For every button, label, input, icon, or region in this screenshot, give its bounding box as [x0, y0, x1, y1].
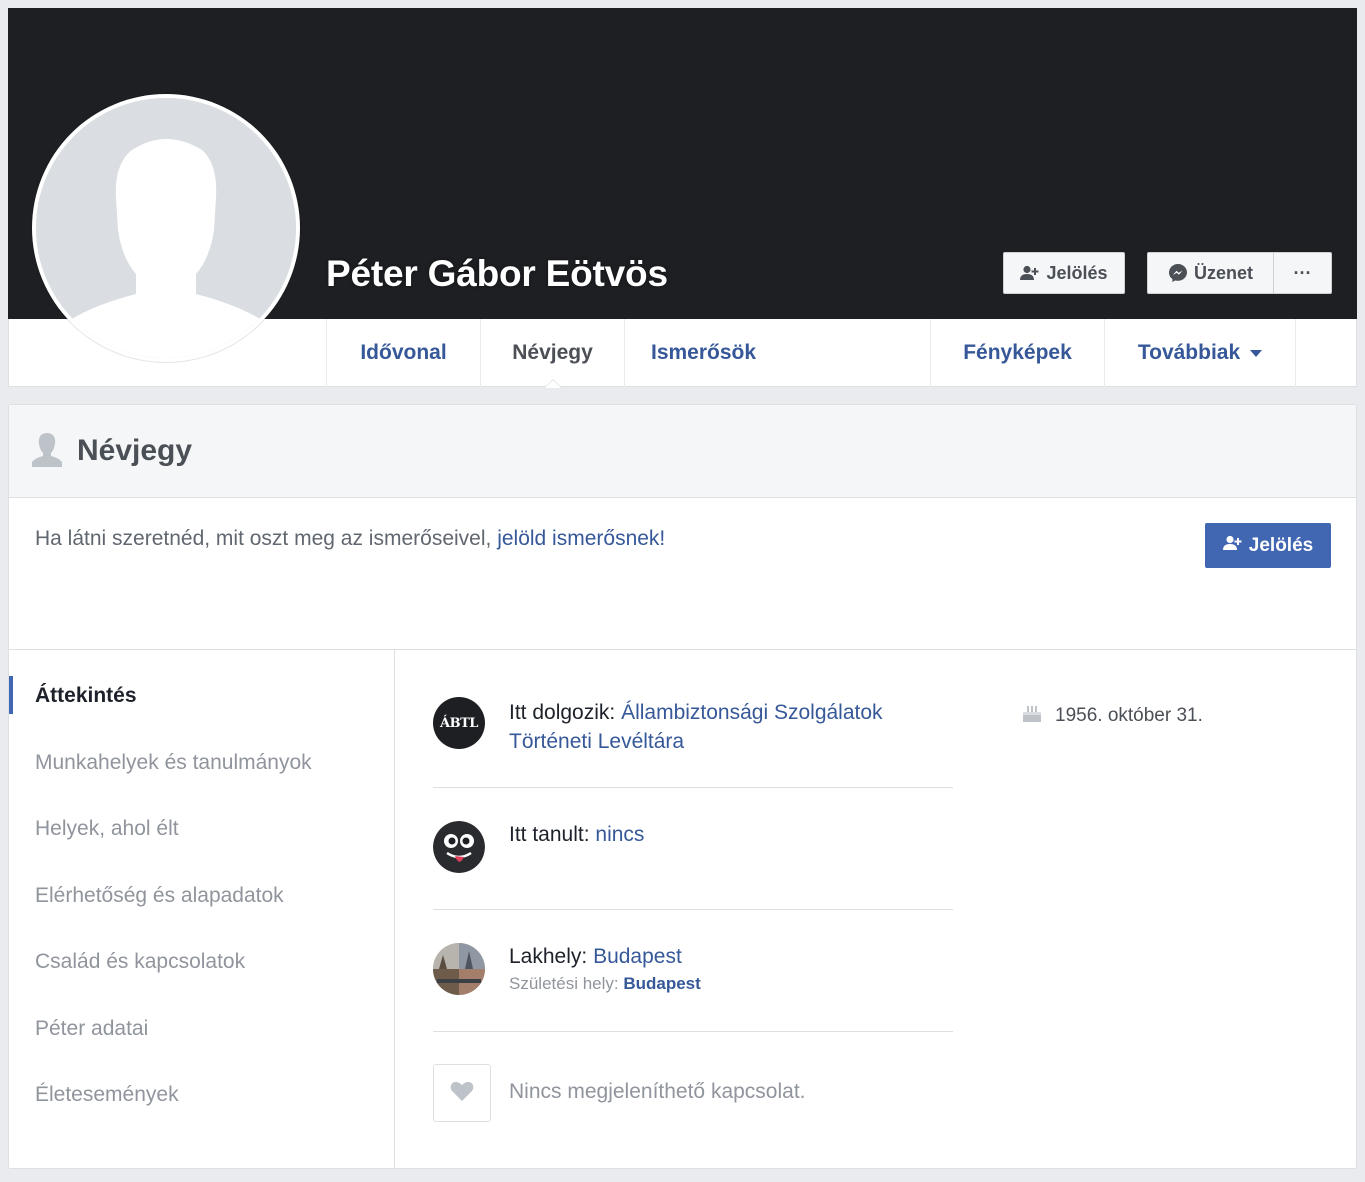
tab-friends[interactable]: Ismerősök [624, 319, 930, 387]
birthday-text: 1956. október 31. [1055, 705, 1203, 726]
add-friend-icon [1222, 535, 1243, 557]
tab-photos[interactable]: Fényképek [930, 319, 1104, 387]
work-prefix: Itt dolgozik: [509, 701, 622, 724]
birthday-info: 1956. október 31. [1021, 703, 1203, 729]
divider [433, 909, 953, 910]
sidebar-item-overview[interactable]: Áttekintés [35, 684, 137, 708]
notice-text: Ha látni szeretnéd, mit oszt meg az isme… [35, 527, 665, 551]
more-icon: ··· [1293, 262, 1312, 283]
messenger-icon [1168, 263, 1188, 283]
add-friend-primary-label: Jelölés [1248, 534, 1314, 556]
tab-more-label: Továbbiak [1137, 341, 1241, 364]
sidebar-item-contact-info[interactable]: Elérhetőség és alapadatok [35, 884, 284, 908]
add-friend-label: Jelölés [1046, 262, 1108, 283]
message-label: Üzenet [1193, 262, 1253, 283]
about-card-header: Névjegy [9, 405, 1356, 498]
study-prefix: Itt tanult: [509, 823, 596, 846]
sidebar-item-places[interactable]: Helyek, ahol élt [35, 817, 179, 841]
divider [433, 787, 953, 788]
birthplace-info: Születési hely: Budapest [509, 974, 701, 994]
relationship-box [433, 1064, 491, 1122]
sidebar-item-family[interactable]: Család és kapcsolatok [35, 950, 245, 974]
work-logo-icon[interactable]: ÁBTL [433, 697, 485, 749]
study-info: Itt tanult: nincs [509, 820, 644, 849]
work-link-line2[interactable]: Történeti Levéltára [509, 730, 684, 753]
add-friend-button[interactable]: Jelölés [1003, 252, 1125, 294]
message-button[interactable]: Üzenet [1147, 252, 1274, 294]
work-logo-text: ÁBTL [440, 715, 478, 731]
school-emoji-icon[interactable] [433, 821, 485, 873]
relationship-text: Nincs megjeleníthető kapcsolat. [509, 1080, 806, 1103]
about-card: Névjegy Ha látni szeretnéd, mit oszt meg… [8, 404, 1357, 1169]
home-prefix: Lakhely: [509, 945, 594, 968]
city-thumbnail-icon[interactable] [433, 943, 485, 995]
work-info: Itt dolgozik: Állambiztonsági Szolgálato… [509, 698, 883, 756]
birthday-cake-icon [1021, 703, 1043, 729]
caret-down-icon [1250, 349, 1263, 357]
notice-message: Ha látni szeretnéd, mit oszt meg az isme… [35, 527, 498, 550]
sidebar-item-work-education[interactable]: Munkahelyek és tanulmányok [35, 751, 312, 775]
add-friend-link[interactable]: jelöld ismerősnek! [497, 527, 665, 550]
birthplace-link[interactable]: Budapest [623, 974, 700, 993]
profile-picture[interactable] [32, 94, 300, 362]
sidebar-item-details[interactable]: Péter adatai [35, 1017, 148, 1041]
default-avatar-icon [36, 98, 296, 358]
home-link[interactable]: Budapest [593, 945, 682, 968]
add-friend-primary-button[interactable]: Jelölés [1205, 523, 1331, 568]
divider [433, 1031, 953, 1032]
add-friend-icon [1020, 265, 1040, 281]
add-friend-notice: Ha látni szeretnéd, mit oszt meg az isme… [9, 499, 1356, 650]
birthplace-prefix: Születési hely: [509, 974, 624, 993]
more-options-button[interactable]: ··· [1273, 252, 1332, 294]
home-info: Lakhely: Budapest [509, 942, 682, 971]
about-title: Névjegy [77, 434, 193, 467]
profile-tabs: Idővonal Névjegy Ismerősök Fényképek Tov… [326, 319, 1296, 388]
tab-timeline[interactable]: Idővonal [326, 319, 480, 387]
sidebar-item-life-events[interactable]: Életesemények [35, 1083, 179, 1107]
heart-icon [450, 1080, 474, 1107]
about-sidebar: Áttekintés Munkahelyek és tanulmányok He… [9, 650, 395, 1168]
study-link[interactable]: nincs [595, 823, 644, 846]
profile-name: Péter Gábor Eötvös [326, 253, 668, 294]
tab-about[interactable]: Névjegy [480, 319, 624, 388]
active-indicator [9, 676, 13, 714]
work-link-line1[interactable]: Állambiztonsági Szolgálatok [621, 701, 882, 724]
tab-more[interactable]: Továbbiak [1104, 319, 1296, 387]
person-icon [31, 431, 63, 472]
